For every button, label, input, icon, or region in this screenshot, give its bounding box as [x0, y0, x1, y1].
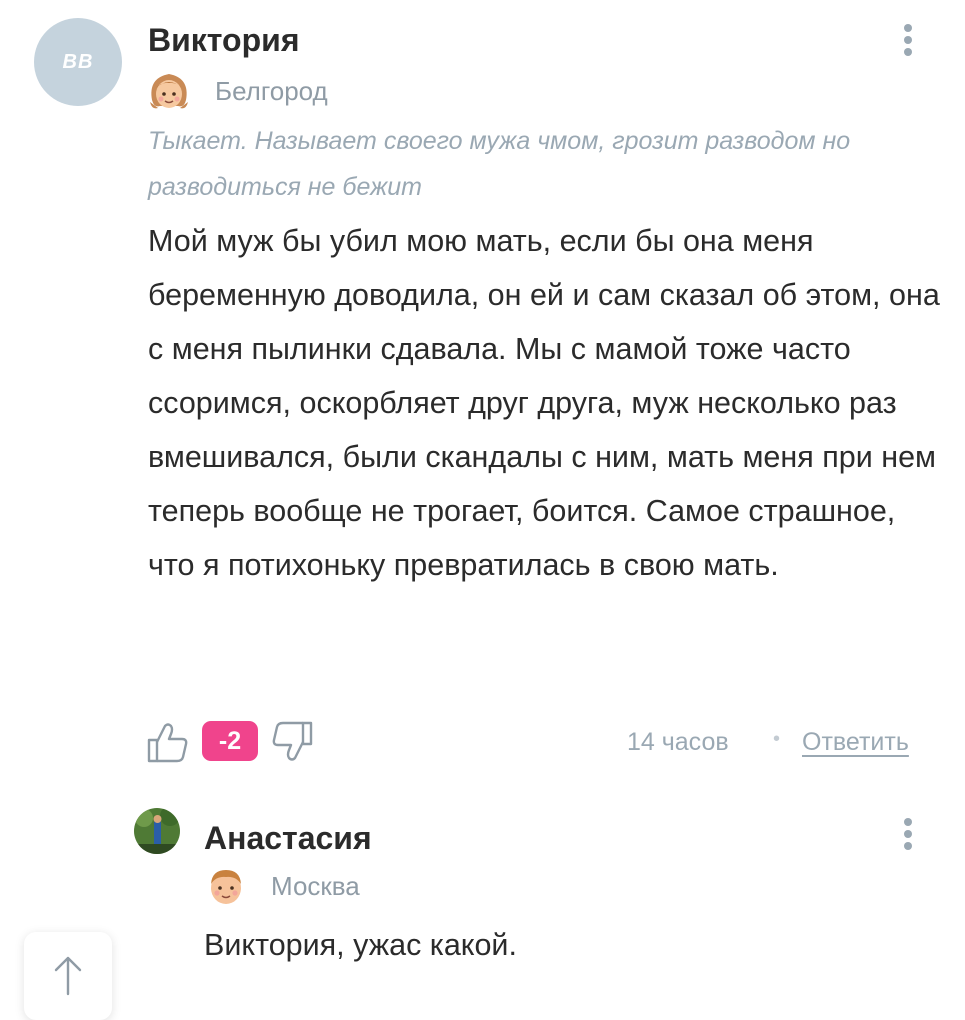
reply-author-city: Москва	[271, 871, 360, 901]
reply-author-name[interactable]: Анастасия	[204, 820, 372, 857]
more-icon-dot	[904, 36, 912, 44]
more-options-button[interactable]	[893, 20, 923, 60]
dislike-icon[interactable]	[270, 720, 314, 762]
author-city: Белгород	[215, 76, 328, 106]
reply-more-options-button[interactable]	[893, 814, 923, 854]
rating-badge: -2	[202, 721, 258, 761]
avatar-initials: BB	[62, 50, 94, 73]
meta-separator: •	[773, 728, 781, 750]
girl-emoji-icon	[150, 74, 188, 109]
arrow-up-icon	[54, 956, 82, 996]
boy-emoji-icon	[211, 870, 241, 904]
author-name[interactable]: Виктория	[148, 22, 299, 59]
more-icon-dot	[904, 830, 912, 838]
like-icon[interactable]	[146, 722, 190, 764]
comment-time: 14 часов	[627, 728, 729, 756]
reply-link[interactable]: Ответить	[802, 728, 909, 757]
author-status: Тыкает. Называет своего мужа чмом, грози…	[148, 127, 851, 201]
more-icon	[904, 24, 912, 32]
reply-author-avatar[interactable]	[134, 808, 180, 854]
more-icon	[904, 818, 912, 826]
reply-text: Виктория, ужас какой.	[204, 928, 517, 962]
more-icon-dot	[904, 48, 912, 56]
scroll-to-top-button[interactable]	[24, 932, 112, 1020]
author-avatar[interactable]: BB	[34, 18, 122, 106]
more-icon-dot	[904, 842, 912, 850]
comment-text: Мой муж бы убил мою мать, если бы она ме…	[148, 224, 940, 582]
